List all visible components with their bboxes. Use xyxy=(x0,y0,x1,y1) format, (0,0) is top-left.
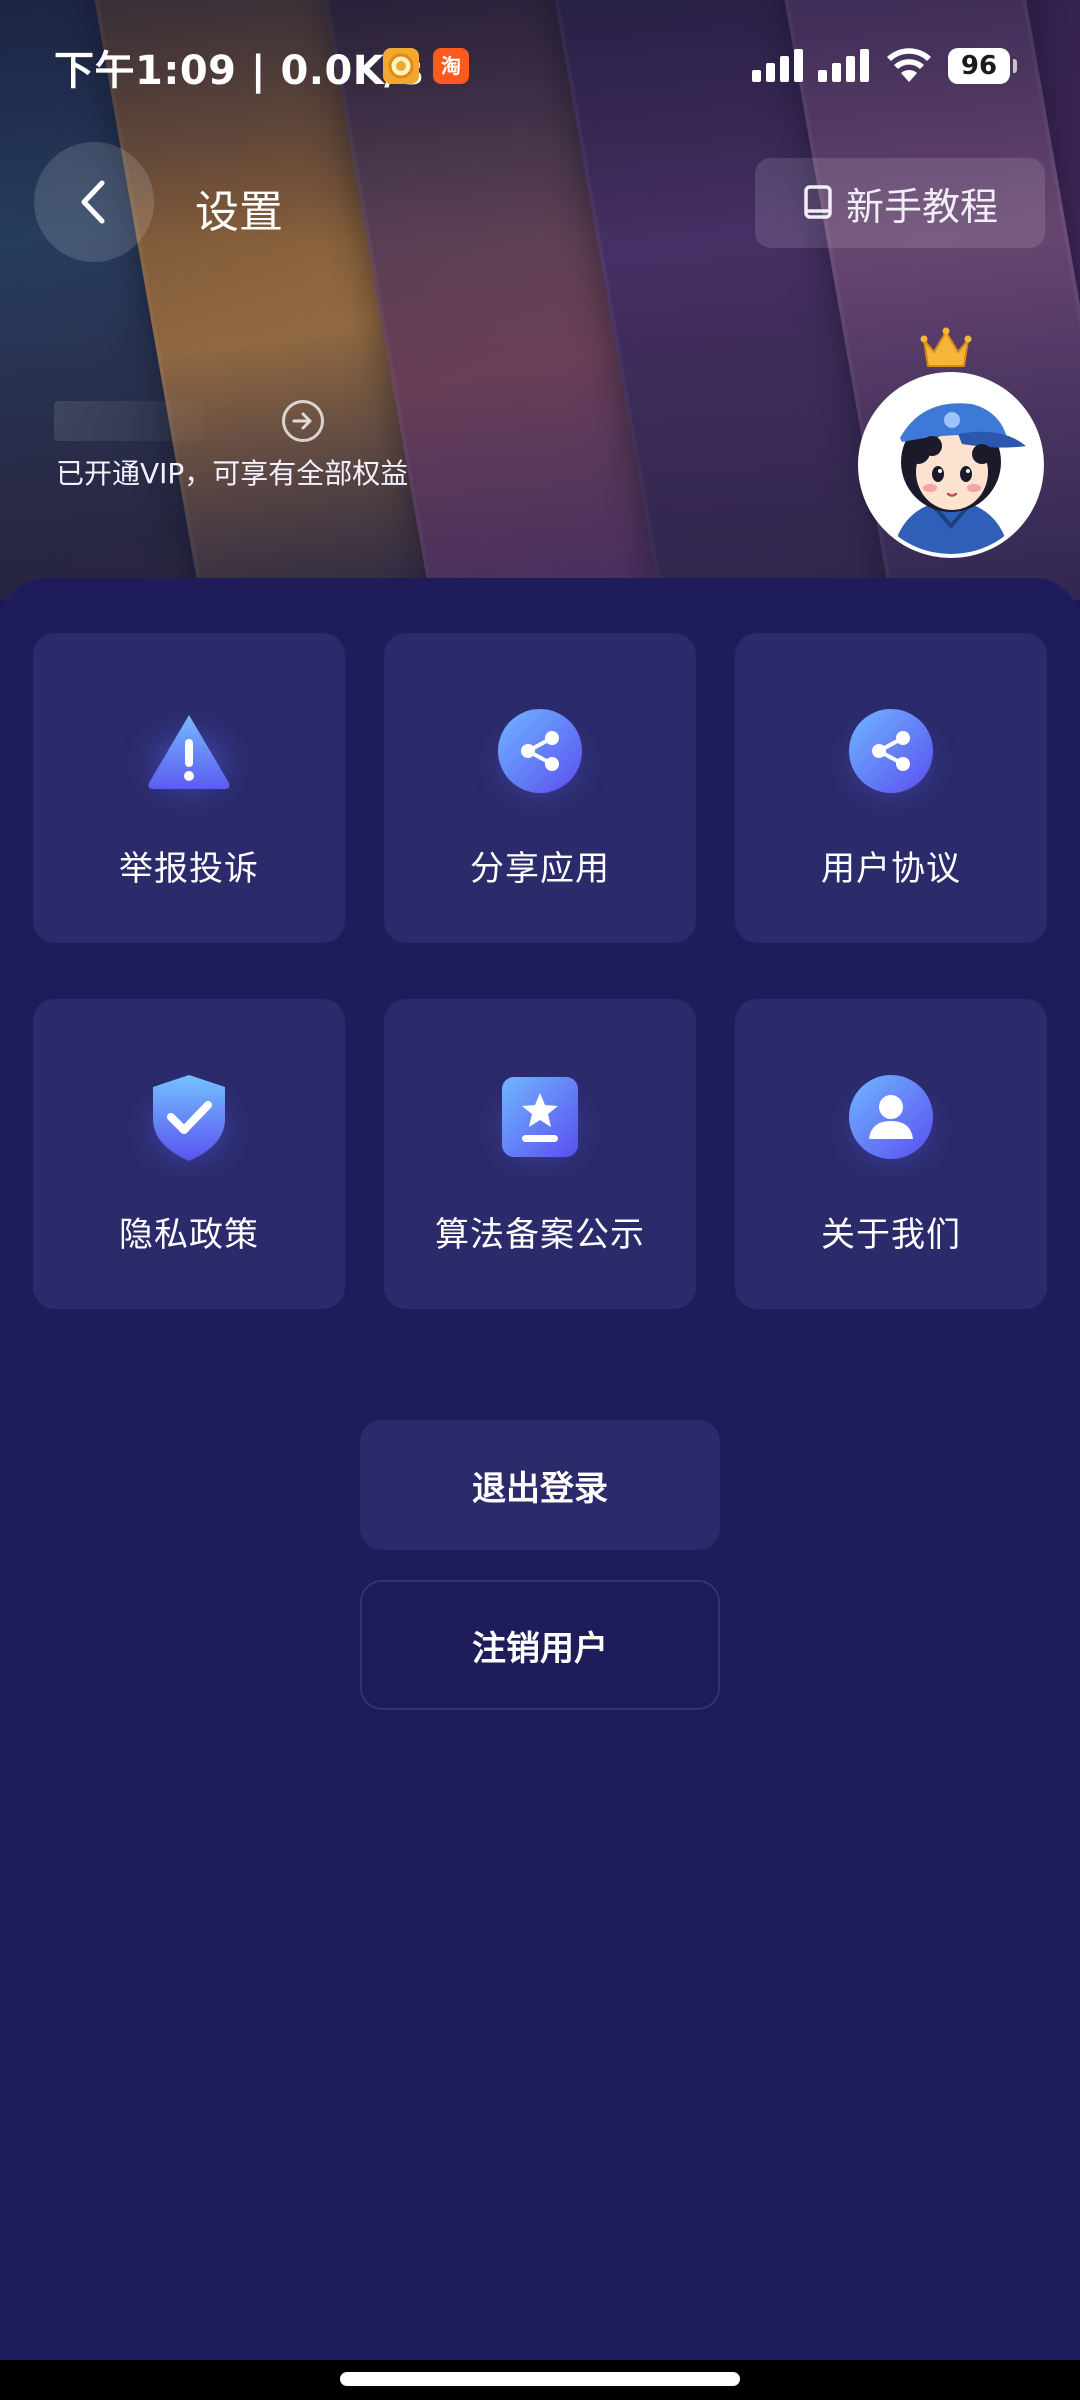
logout-button[interactable]: 退出登录 xyxy=(360,1420,720,1550)
avatar[interactable] xyxy=(858,372,1044,558)
chevron-left-icon xyxy=(81,180,105,224)
username xyxy=(54,401,204,441)
settings-panel: 举报投诉 分享应用 用户协议 隐私政策 算法备案公示 关于我们 退出登录 注销用… xyxy=(0,578,1080,2360)
shield-check-icon xyxy=(141,1069,237,1165)
coin-app-icon xyxy=(383,48,419,84)
status-time: 下午1:09 | 0.0K/s xyxy=(54,48,424,94)
arrow-right-circle-icon xyxy=(282,400,324,442)
tile-label: 算法备案公示 xyxy=(435,1215,645,1255)
star-badge-icon xyxy=(492,1069,588,1165)
tile-label: 隐私政策 xyxy=(119,1215,259,1255)
tile-label: 关于我们 xyxy=(821,1215,961,1255)
tutorial-label: 新手教程 xyxy=(845,184,998,229)
cellular-signal-icon xyxy=(818,48,870,82)
share-app-tile[interactable]: 分享应用 xyxy=(384,633,696,943)
cancel-account-button[interactable]: 注销用户 xyxy=(360,1580,720,1710)
home-indicator[interactable] xyxy=(340,2372,740,2386)
tile-label: 用户协议 xyxy=(821,849,961,889)
tile-label: 举报投诉 xyxy=(119,849,259,889)
settings-grid: 举报投诉 分享应用 用户协议 隐私政策 算法备案公示 关于我们 xyxy=(33,633,1047,1309)
cellular-signal-icon xyxy=(752,48,804,82)
book-icon xyxy=(804,185,832,219)
tutorial-button[interactable]: 新手教程 xyxy=(755,158,1045,248)
privacy-policy-tile[interactable]: 隐私政策 xyxy=(33,999,345,1309)
system-navigation-bar xyxy=(0,2360,1080,2400)
status-bar: 下午1:09 | 0.0K/s 淘 96 xyxy=(0,0,1080,130)
page-title: 设置 xyxy=(195,187,283,238)
user-icon xyxy=(843,1069,939,1165)
share-icon xyxy=(492,703,588,799)
cartoon-boy-avatar xyxy=(862,376,1040,554)
wifi-icon xyxy=(887,48,931,82)
taobao-app-icon: 淘 xyxy=(433,48,469,84)
vip-status-text: 已开通VIP，可享有全部权益 xyxy=(56,457,409,490)
warning-icon xyxy=(141,703,237,799)
report-complaint-tile[interactable]: 举报投诉 xyxy=(33,633,345,943)
user-profile-link[interactable] xyxy=(54,400,324,442)
user-agreement-tile[interactable]: 用户协议 xyxy=(735,633,1047,943)
back-button[interactable] xyxy=(34,142,154,262)
share-icon xyxy=(843,703,939,799)
algorithm-filing-tile[interactable]: 算法备案公示 xyxy=(384,999,696,1309)
battery-indicator: 96 xyxy=(948,48,1017,84)
about-us-tile[interactable]: 关于我们 xyxy=(735,999,1047,1309)
crown-icon xyxy=(920,327,972,367)
tile-label: 分享应用 xyxy=(470,849,610,889)
